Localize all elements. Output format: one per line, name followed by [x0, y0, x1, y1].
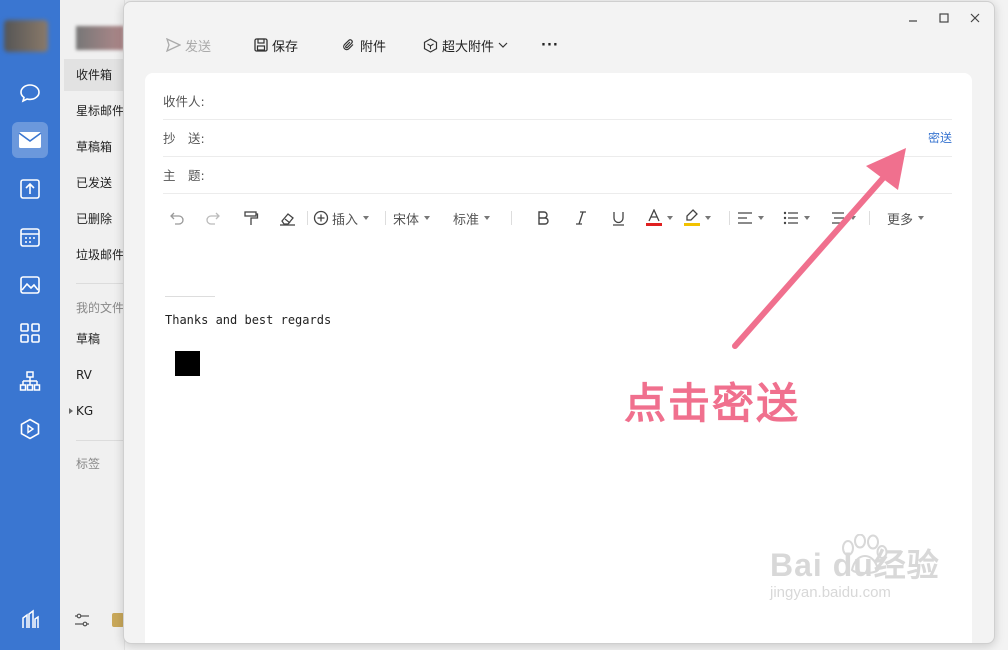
watermark-brand: Bai du经验: [770, 547, 940, 583]
watermark: Bai du经验 jingyan.baidu.com: [770, 540, 940, 601]
watermark-url: jingyan.baidu.com: [770, 584, 891, 601]
annotation-label: 点击密送: [624, 379, 801, 428]
